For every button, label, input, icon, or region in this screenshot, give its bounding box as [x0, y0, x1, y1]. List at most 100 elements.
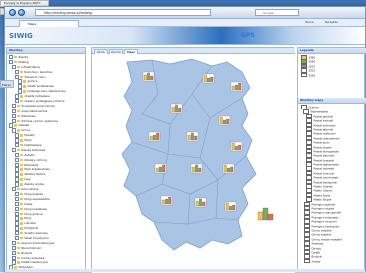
checkbox[interactable]	[18, 89, 23, 94]
bar-marker	[230, 81, 243, 92]
tree-item-label: działki podstawowe	[27, 84, 54, 89]
checkbox[interactable]	[12, 108, 17, 114]
bar	[187, 134, 191, 141]
checkbox[interactable]	[9, 59, 14, 65]
back-button[interactable]	[9, 9, 16, 16]
checkbox[interactable]	[12, 113, 17, 119]
folder-icon	[20, 178, 24, 181]
forward-button[interactable]	[18, 9, 25, 16]
checkbox[interactable]	[15, 206, 20, 211]
checkbox[interactable]	[15, 69, 20, 75]
checkbox[interactable]	[18, 84, 23, 89]
checkbox[interactable]	[15, 231, 20, 236]
checkbox[interactable]	[12, 103, 17, 109]
checkbox[interactable]	[15, 221, 20, 226]
bar	[203, 74, 207, 83]
checkbox[interactable]	[9, 55, 14, 60]
checkbox[interactable]	[12, 64, 17, 70]
bar	[226, 118, 230, 125]
folder-icon	[14, 60, 18, 64]
checkbox[interactable]	[12, 147, 17, 153]
checkbox[interactable]	[15, 74, 20, 79]
checkbox[interactable]	[9, 123, 14, 128]
tree-item-label: Parki krajobrazowe	[24, 167, 50, 172]
bar-marker	[186, 131, 199, 142]
folder-icon	[17, 109, 21, 113]
checkbox[interactable]	[15, 211, 20, 216]
address-bar[interactable]: http://mailing.iwnas.pl/redwig/	[35, 9, 211, 16]
checkbox[interactable]	[15, 177, 20, 182]
checkbox[interactable]	[15, 182, 20, 187]
checkbox[interactable]	[12, 118, 17, 123]
checkbox[interactable]	[12, 245, 17, 251]
legend-label: 2015	[308, 69, 316, 73]
bar	[191, 132, 194, 141]
checkbox[interactable]	[15, 99, 20, 104]
app-header: SIWIG GPS	[5, 27, 365, 45]
bar	[155, 167, 159, 173]
toolbar-item-strona[interactable]: Strona	[305, 20, 314, 26]
app-logo: SIWIG	[9, 32, 33, 40]
checkbox[interactable]	[12, 250, 17, 256]
checkbox[interactable]	[15, 216, 20, 221]
checkbox[interactable]	[12, 187, 17, 192]
checkbox[interactable]	[15, 138, 20, 143]
search-input[interactable]: Google	[255, 9, 299, 16]
folder-icon	[17, 251, 21, 255]
folder-icon	[20, 232, 24, 235]
tree-item-label: Zasoby wodne	[24, 182, 44, 187]
checkbox[interactable]	[15, 157, 20, 163]
checkbox[interactable]	[304, 258, 310, 264]
tree-item-label: granice	[27, 79, 38, 84]
checkbox[interactable]	[18, 79, 23, 84]
bar	[156, 132, 160, 141]
toolbar-item-narzedzia[interactable]: Narzędzia	[325, 20, 338, 26]
bar	[231, 85, 235, 91]
tree-item-label: Lotniska	[24, 221, 36, 226]
legend-swatch	[301, 72, 307, 77]
checkbox[interactable]	[15, 191, 20, 197]
tree-item-label: Infrastruktura	[21, 64, 40, 69]
bar-marker	[170, 103, 183, 114]
tree-item-label: Oświata	[18, 123, 30, 128]
tree-item-label: Ścieżki rowerowe	[24, 231, 48, 236]
map-canvas[interactable]	[92, 54, 295, 273]
tree-item-label: Drogi gminne	[24, 211, 43, 216]
checkbox[interactable]	[15, 143, 20, 148]
checkbox[interactable]	[12, 260, 17, 265]
checkbox[interactable]	[12, 255, 17, 260]
tree-item-label: Rolnictwo i leśnictwo	[24, 69, 53, 74]
checkbox[interactable]	[15, 162, 20, 167]
tree-item-label: Porty	[24, 216, 32, 221]
folder-icon	[17, 241, 21, 245]
folder-icon	[17, 104, 21, 108]
tree-item-label: Obszary Natura	[24, 172, 46, 177]
bar-marker	[190, 163, 203, 174]
bar-marker	[202, 73, 215, 84]
legend-row: 2020	[299, 72, 365, 77]
checkbox[interactable]	[15, 133, 20, 138]
layer-row[interactable]: Adresy	[299, 258, 365, 264]
folder-icon	[17, 119, 21, 122]
folder-icon	[17, 256, 21, 259]
header-badge: GPS	[241, 32, 255, 39]
layer-label: Sołectwa	[311, 242, 324, 246]
checkbox[interactable]	[15, 201, 20, 207]
tree-item-label: Drogi powiatowe	[24, 206, 47, 211]
checkbox[interactable]	[15, 172, 20, 177]
checkbox[interactable]	[15, 152, 20, 158]
checkbox[interactable]	[15, 94, 20, 99]
checkbox[interactable]	[15, 196, 20, 202]
bar	[159, 166, 162, 173]
folder-icon	[20, 207, 24, 210]
browser-tab[interactable]: Mapa	[19, 20, 79, 27]
side-tab[interactable]: Marsz	[0, 80, 14, 88]
browser-toolbar: http://mailing.iwnas.pl/redwig/ Google	[5, 7, 365, 19]
left-panel-title: Warstwy	[7, 48, 85, 54]
checkbox[interactable]	[12, 240, 17, 246]
checkbox[interactable]	[15, 235, 20, 241]
checkbox[interactable]	[12, 128, 17, 133]
folder-icon	[17, 246, 21, 250]
checkbox[interactable]	[15, 226, 20, 231]
checkbox[interactable]	[15, 167, 20, 172]
